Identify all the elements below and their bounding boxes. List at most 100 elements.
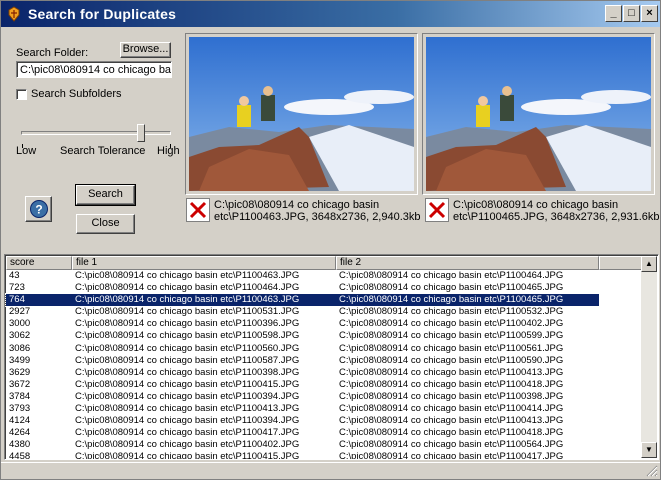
score-cell: 3499 [9,354,31,366]
file2-cell: C:\pic08\080914 co chicago basin etc\P11… [339,354,564,366]
table-row[interactable]: 3062 C:\pic08\080914 co chicago basin etc… [6,330,643,342]
folder-path-field[interactable]: C:\pic08\080914 co chicago basin etc [16,61,172,78]
window-title: Search for Duplicates [28,6,177,22]
left-image-preview[interactable] [185,33,418,195]
table-row[interactable]: 3086 C:\pic08\080914 co chicago basin etc… [6,343,643,355]
column-header-file1[interactable]: file 1 [72,256,336,270]
table-row[interactable]: 4380 C:\pic08\080914 co chicago basin etc… [6,439,643,451]
score-cell: 764 [9,294,25,306]
table-row[interactable]: 764 C:\pic08\080914 co chicago basin etc\… [5,293,600,308]
table-row[interactable]: 3793 C:\pic08\080914 co chicago basin etc… [6,403,643,415]
vertical-scrollbar[interactable]: ▲ ▼ [641,256,657,458]
scroll-down-icon[interactable]: ▼ [641,442,657,458]
file1-cell: C:\pic08\080914 co chicago basin etc\P11… [75,415,300,427]
svg-text:?: ? [35,203,42,217]
tolerance-slider-track[interactable] [21,131,171,135]
score-cell: 4458 [9,451,31,460]
right-image-info: C:\pic08\080914 co chicago basin etc\P11… [453,199,660,223]
score-cell: 3793 [9,403,31,415]
left-info-line1: C:\pic08\080914 co chicago basin [214,199,380,211]
table-row[interactable]: 4124 C:\pic08\080914 co chicago basin etc… [6,415,643,427]
table-row[interactable]: 3784 C:\pic08\080914 co chicago basin etc… [6,391,643,403]
file1-cell: C:\pic08\080914 co chicago basin etc\P11… [75,403,300,415]
mountain-photo [426,37,651,191]
file2-cell: C:\pic08\080914 co chicago basin etc\P11… [339,342,564,354]
file2-cell: C:\pic08\080914 co chicago basin etc\P11… [339,427,564,439]
right-image-preview[interactable] [422,33,655,195]
file2-cell: C:\pic08\080914 co chicago basin etc\P11… [339,318,564,330]
score-cell: 3784 [9,390,31,402]
score-cell: 3086 [9,342,31,354]
file1-cell: C:\pic08\080914 co chicago basin etc\P11… [75,366,300,378]
close-window-button[interactable]: × [641,5,658,22]
file1-cell: C:\pic08\080914 co chicago basin etc\P11… [75,270,300,281]
browse-button[interactable]: Browse... [120,42,171,58]
table-row[interactable]: 3499 C:\pic08\080914 co chicago basin etc… [6,355,643,367]
table-row[interactable]: 43 C:\pic08\080914 co chicago basin etc\P… [6,270,643,282]
tolerance-label: Search Tolerance [60,145,146,157]
file2-cell: C:\pic08\080914 co chicago basin etc\P11… [339,451,564,460]
file2-cell: C:\pic08\080914 co chicago basin etc\P11… [339,270,564,281]
score-cell: 3000 [9,318,31,330]
file1-cell: C:\pic08\080914 co chicago basin etc\P11… [75,342,300,354]
score-cell: 3062 [9,330,31,342]
scroll-up-icon[interactable]: ▲ [641,256,657,272]
file1-cell: C:\pic08\080914 co chicago basin etc\P11… [75,451,300,460]
maximize-button[interactable]: □ [623,5,640,22]
file1-cell: C:\pic08\080914 co chicago basin etc\P11… [75,330,300,342]
file1-cell: C:\pic08\080914 co chicago basin etc\P11… [75,354,300,366]
file1-cell: C:\pic08\080914 co chicago basin etc\P11… [75,378,300,390]
minimize-button[interactable]: _ [605,5,622,22]
delete-x-icon [428,201,446,219]
score-cell: 723 [9,282,25,294]
table-row[interactable]: 3672 C:\pic08\080914 co chicago basin etc… [6,379,643,391]
left-info-line2: etc\P1100463.JPG, 3648x2736, 2,940.3kb [214,211,421,223]
app-icon [8,6,20,22]
left-image-info: C:\pic08\080914 co chicago basin etc\P11… [214,199,421,223]
tolerance-high-label: High [157,145,180,157]
delete-right-button[interactable] [425,198,449,222]
search-duplicates-window: Search for Duplicates _ □ × Search Folde… [0,0,661,480]
file2-cell: C:\pic08\080914 co chicago basin etc\P11… [339,330,564,342]
resize-grip-icon[interactable] [646,465,658,477]
table-row[interactable]: 3629 C:\pic08\080914 co chicago basin etc… [6,367,643,379]
file2-cell: C:\pic08\080914 co chicago basin etc\P11… [339,366,564,378]
score-cell: 43 [9,270,20,281]
column-header-score[interactable]: score [6,256,72,270]
results-list[interactable]: score file 1 file 2 43 C:\pic08\080914 co… [4,254,659,460]
close-button[interactable]: Close [76,214,135,234]
right-info-line2: etc\P1100465.JPG, 3648x2736, 2,931.6kb [453,211,660,223]
table-row[interactable]: 3000 C:\pic08\080914 co chicago basin etc… [6,318,643,330]
file2-cell: C:\pic08\080914 co chicago basin etc\P11… [339,378,564,390]
question-icon: ? [29,200,48,218]
delete-left-button[interactable] [186,198,210,222]
title-bar[interactable]: Search for Duplicates _ □ × [1,1,660,27]
table-row[interactable]: 4458 C:\pic08\080914 co chicago basin etc… [6,451,643,460]
file1-cell: C:\pic08\080914 co chicago basin etc\P11… [75,427,300,439]
file2-cell: C:\pic08\080914 co chicago basin etc\P11… [339,403,564,415]
file1-cell: C:\pic08\080914 co chicago basin etc\P11… [75,439,300,451]
tolerance-low-label: Low [16,145,37,157]
table-row[interactable]: 4264 C:\pic08\080914 co chicago basin etc… [6,427,643,439]
score-cell: 4124 [9,415,31,427]
subfolders-checkbox[interactable] [16,89,27,100]
tolerance-slider-thumb[interactable] [137,124,145,142]
file1-cell: C:\pic08\080914 co chicago basin etc\P11… [75,294,300,306]
file1-cell: C:\pic08\080914 co chicago basin etc\P11… [75,282,300,294]
file2-cell: C:\pic08\080914 co chicago basin etc\P11… [339,390,564,402]
file1-cell: C:\pic08\080914 co chicago basin etc\P11… [75,306,300,318]
column-header-file2[interactable]: file 2 [336,256,599,270]
help-button[interactable]: ? [25,196,52,222]
table-row[interactable]: 723 C:\pic08\080914 co chicago basin etc\… [6,282,643,294]
score-cell: 4264 [9,427,31,439]
file2-cell: C:\pic08\080914 co chicago basin etc\P11… [339,415,564,427]
score-cell: 3672 [9,378,31,390]
status-bar [1,462,660,479]
table-row[interactable]: 2927 C:\pic08\080914 co chicago basin etc… [6,306,643,318]
column-header-filler [599,256,643,270]
search-folder-label: Search Folder: [16,47,89,59]
delete-x-icon [189,201,207,219]
score-cell: 4380 [9,439,31,451]
search-button[interactable]: Search [75,184,136,206]
file2-cell: C:\pic08\080914 co chicago basin etc\P11… [339,294,564,306]
